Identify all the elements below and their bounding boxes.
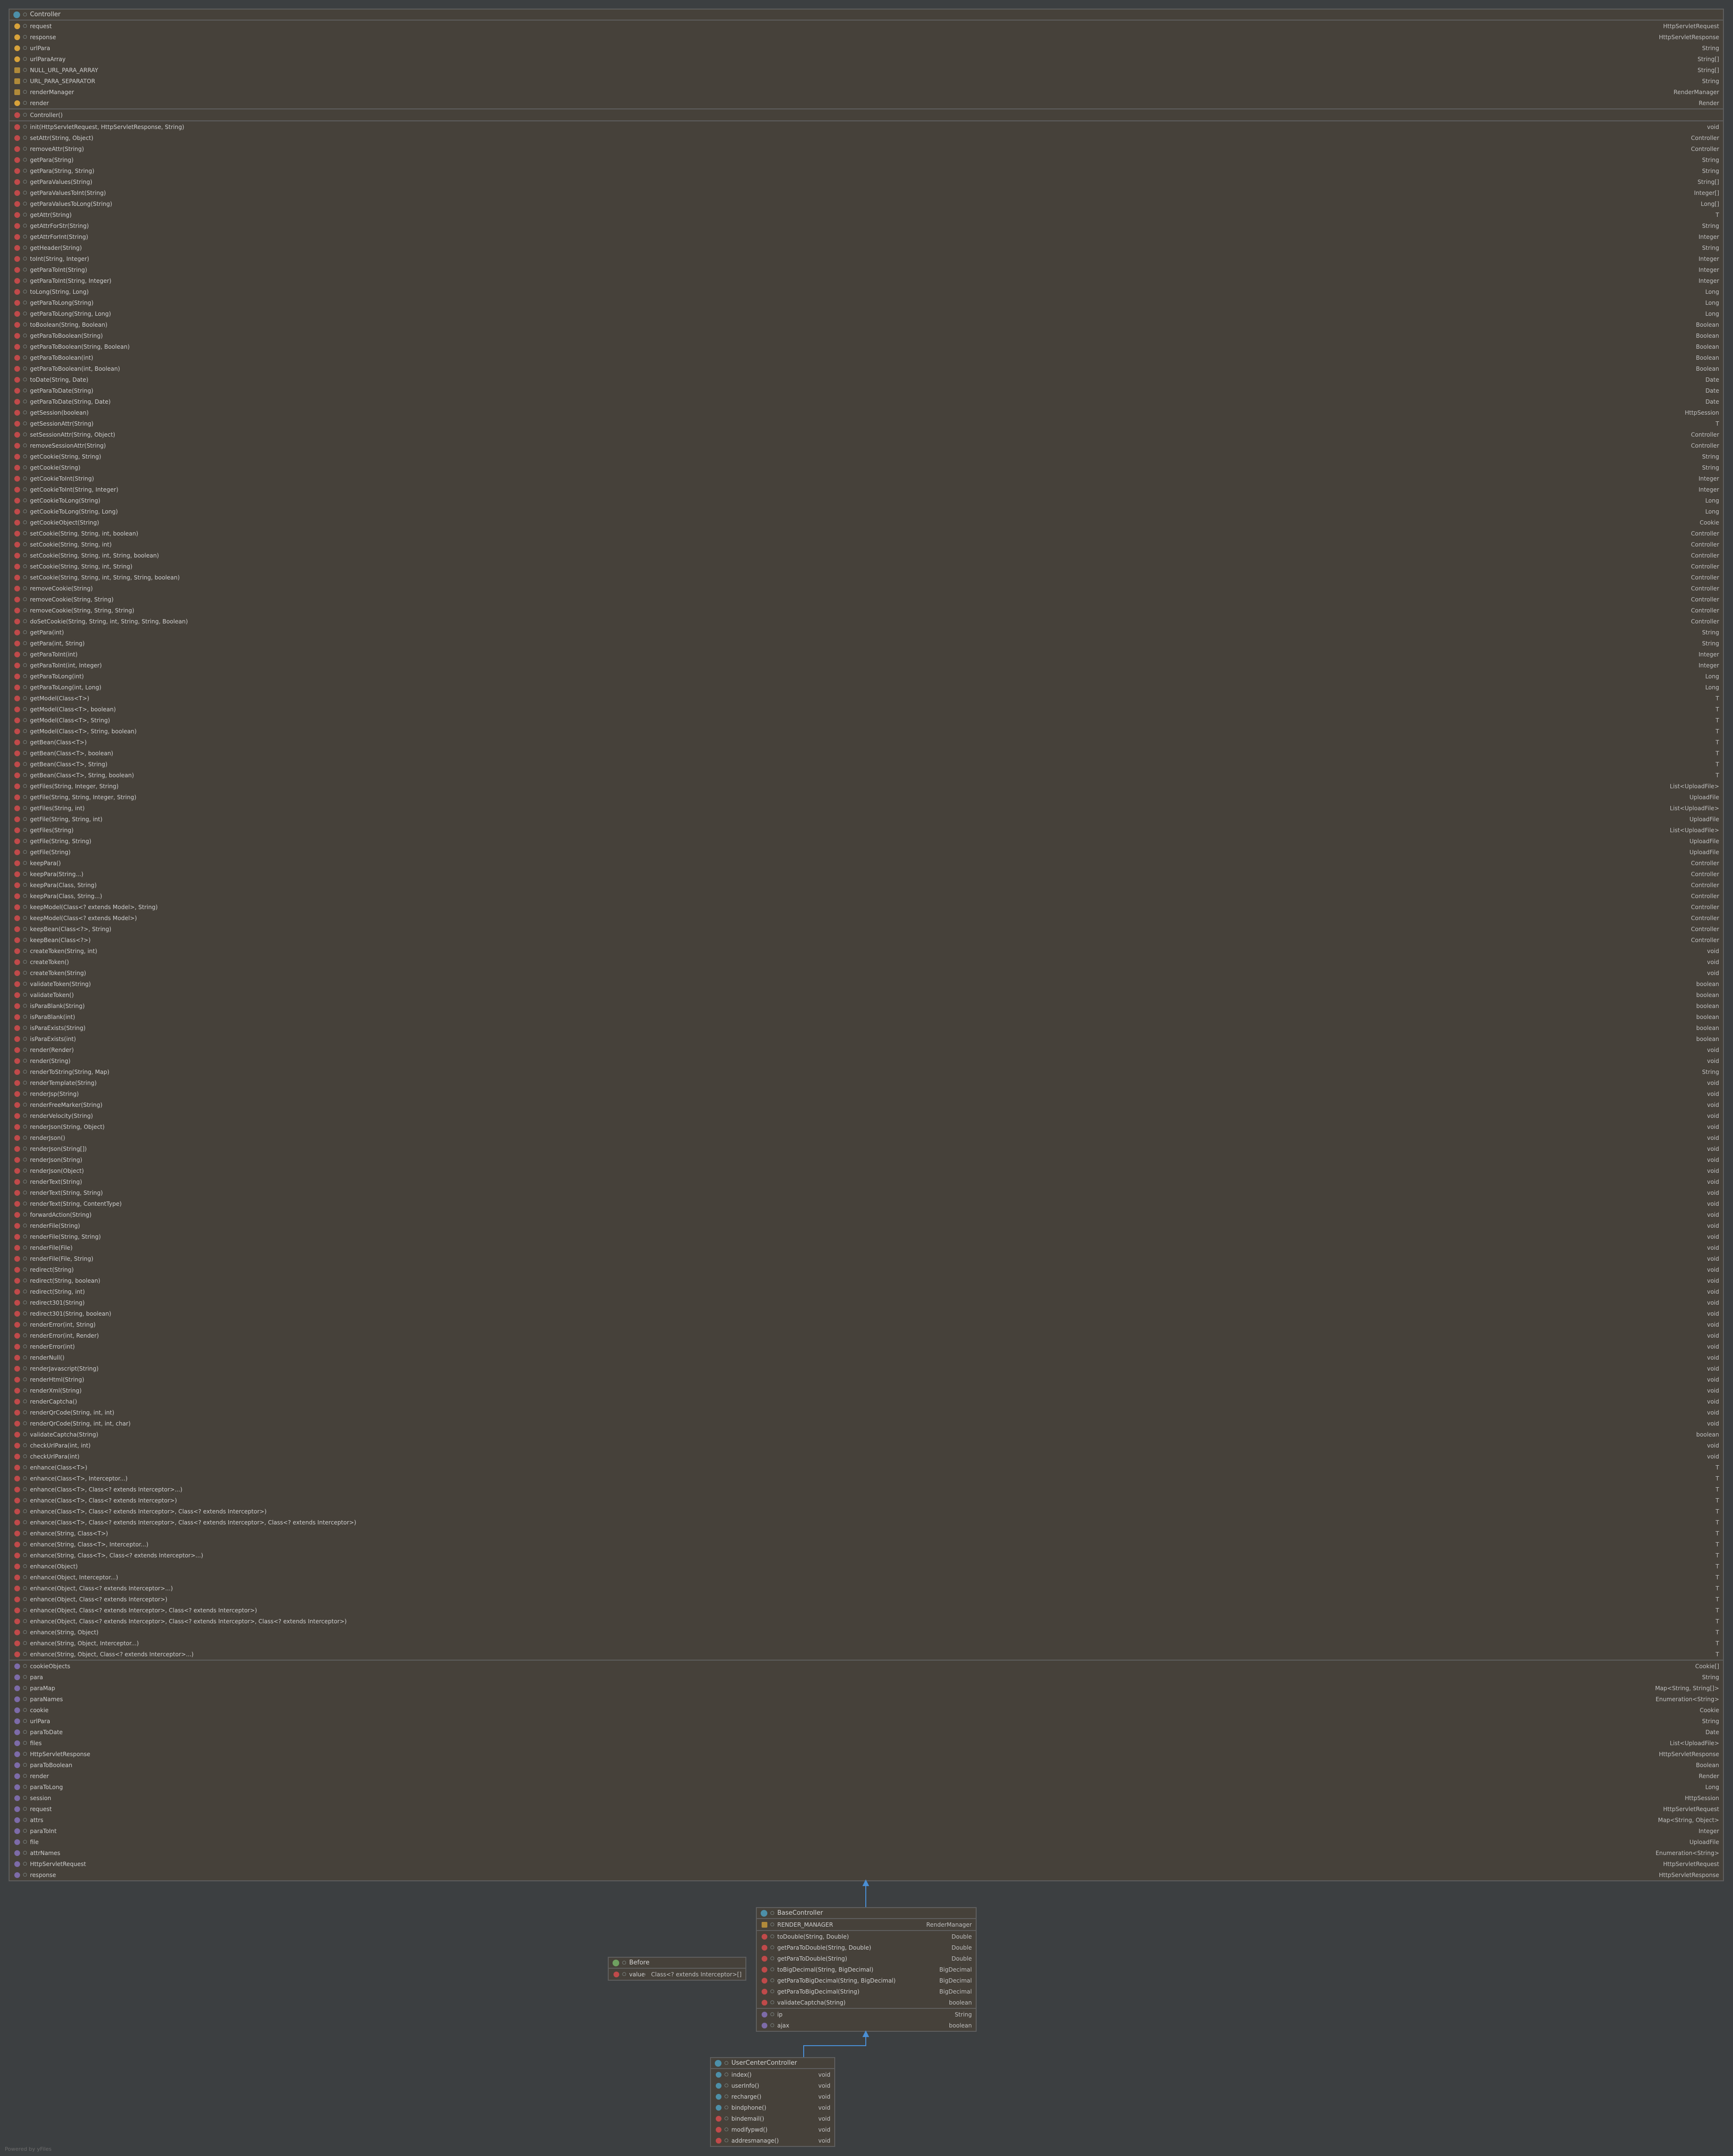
footer-credit: Powered by yFiles [5, 2146, 52, 2152]
ucc-to-base-line [803, 2036, 866, 2057]
inheritance-arrowhead [862, 1879, 869, 1886]
inheritance-connectors [803, 1879, 869, 2057]
inheritance-arrowhead [862, 2030, 869, 2037]
